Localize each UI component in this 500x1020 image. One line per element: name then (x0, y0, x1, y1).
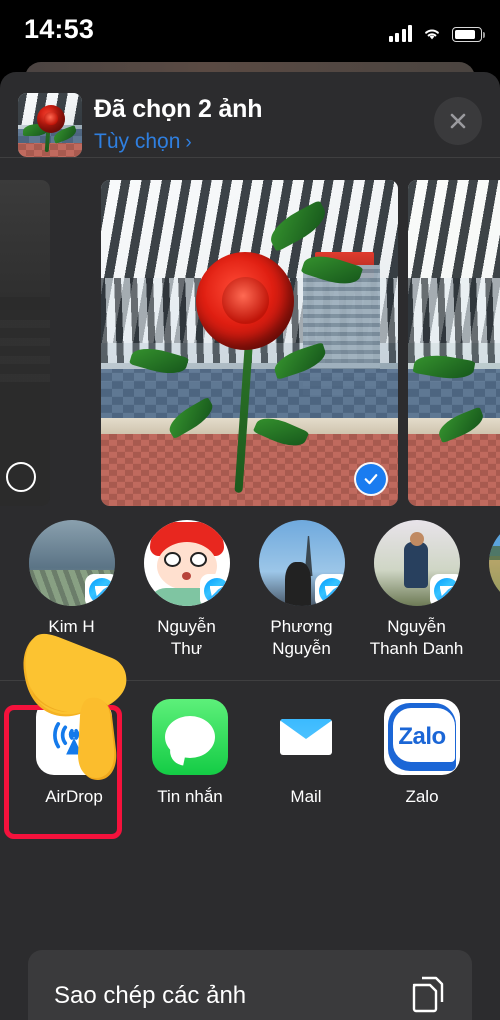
close-icon (450, 113, 466, 129)
zalo-wordmark: Zalo (398, 723, 446, 750)
messenger-icon (429, 574, 460, 606)
copy-documents-icon (410, 975, 446, 1018)
app-facebook[interactable]: Fa (480, 699, 500, 807)
close-button[interactable] (434, 97, 482, 145)
selection-check-badge[interactable] (356, 464, 386, 494)
app-messages[interactable]: Tin nhắn (132, 699, 248, 807)
header-divider (0, 157, 500, 158)
chevron-right-icon: › (185, 131, 192, 153)
status-bar-time: 14:53 (24, 14, 95, 44)
battery-icon (452, 27, 486, 42)
wifi-icon (421, 25, 443, 42)
pointing-down-hand-emoji (6, 600, 146, 790)
share-sheet-header: Đã chọn 2 ảnh Tùy chọn › (0, 72, 500, 158)
app-mail[interactable]: Mail (248, 699, 364, 807)
action-label: Sao chép các ảnh (54, 982, 247, 1009)
carousel-photo-center[interactable] (101, 180, 398, 506)
app-label: Mail (290, 787, 322, 806)
avatar (28, 520, 115, 606)
contact-nguyen-thu[interactable]: Nguyễn Thư (129, 520, 244, 660)
page-title: Đã chọn 2 ảnh (94, 95, 263, 123)
mail-icon (268, 699, 344, 775)
options-label: Tùy chọn (94, 130, 181, 153)
app-label: Zalo (405, 787, 439, 806)
carousel-photo-right[interactable] (408, 180, 500, 506)
check-icon (364, 474, 378, 485)
photo-thumbnail (18, 93, 82, 157)
messenger-icon (199, 574, 230, 606)
action-copy-photos[interactable]: Sao chép các ảnh (28, 950, 472, 1020)
messenger-icon (314, 574, 345, 606)
share-sheet: Đã chọn 2 ảnh Tùy chọn › Kim H Nguyễn Th… (0, 72, 500, 1020)
status-bar: 14:53 (0, 0, 500, 58)
contact-nguyen-thanh-danh[interactable]: Nguyễn Thanh Danh (359, 520, 474, 660)
avatar (373, 520, 460, 606)
contact-name: Nguyễn Thanh Danh (369, 617, 464, 658)
avatar (258, 520, 345, 606)
selection-circle-unselected[interactable] (6, 462, 36, 492)
contact-partial[interactable] (474, 520, 500, 660)
options-link[interactable]: Tùy chọn › (94, 130, 192, 154)
messages-icon (152, 699, 228, 775)
avatar (488, 520, 500, 606)
carousel-photo-left[interactable]: Yêu + g rồi ng (0, 180, 50, 506)
contact-name: Nguyễn Thư (157, 617, 216, 658)
phone-screen: 14:53 Đã chọn 2 ảnh Tùy chọn › Kim H Ngu… (0, 0, 500, 1020)
contact-name: Phương Nguyễn (270, 617, 333, 658)
avatar (143, 520, 230, 606)
app-zalo[interactable]: Zalo Zalo (364, 699, 480, 807)
contact-phuong-nguyen[interactable]: Phương Nguyễn (244, 520, 359, 660)
status-bar-indicators (388, 20, 486, 42)
photo-carousel[interactable]: Yêu + g rồi ng (0, 180, 500, 506)
app-label: Tin nhắn (157, 787, 223, 806)
zalo-icon: Zalo (384, 699, 460, 775)
cellular-bars-icon (388, 25, 412, 42)
